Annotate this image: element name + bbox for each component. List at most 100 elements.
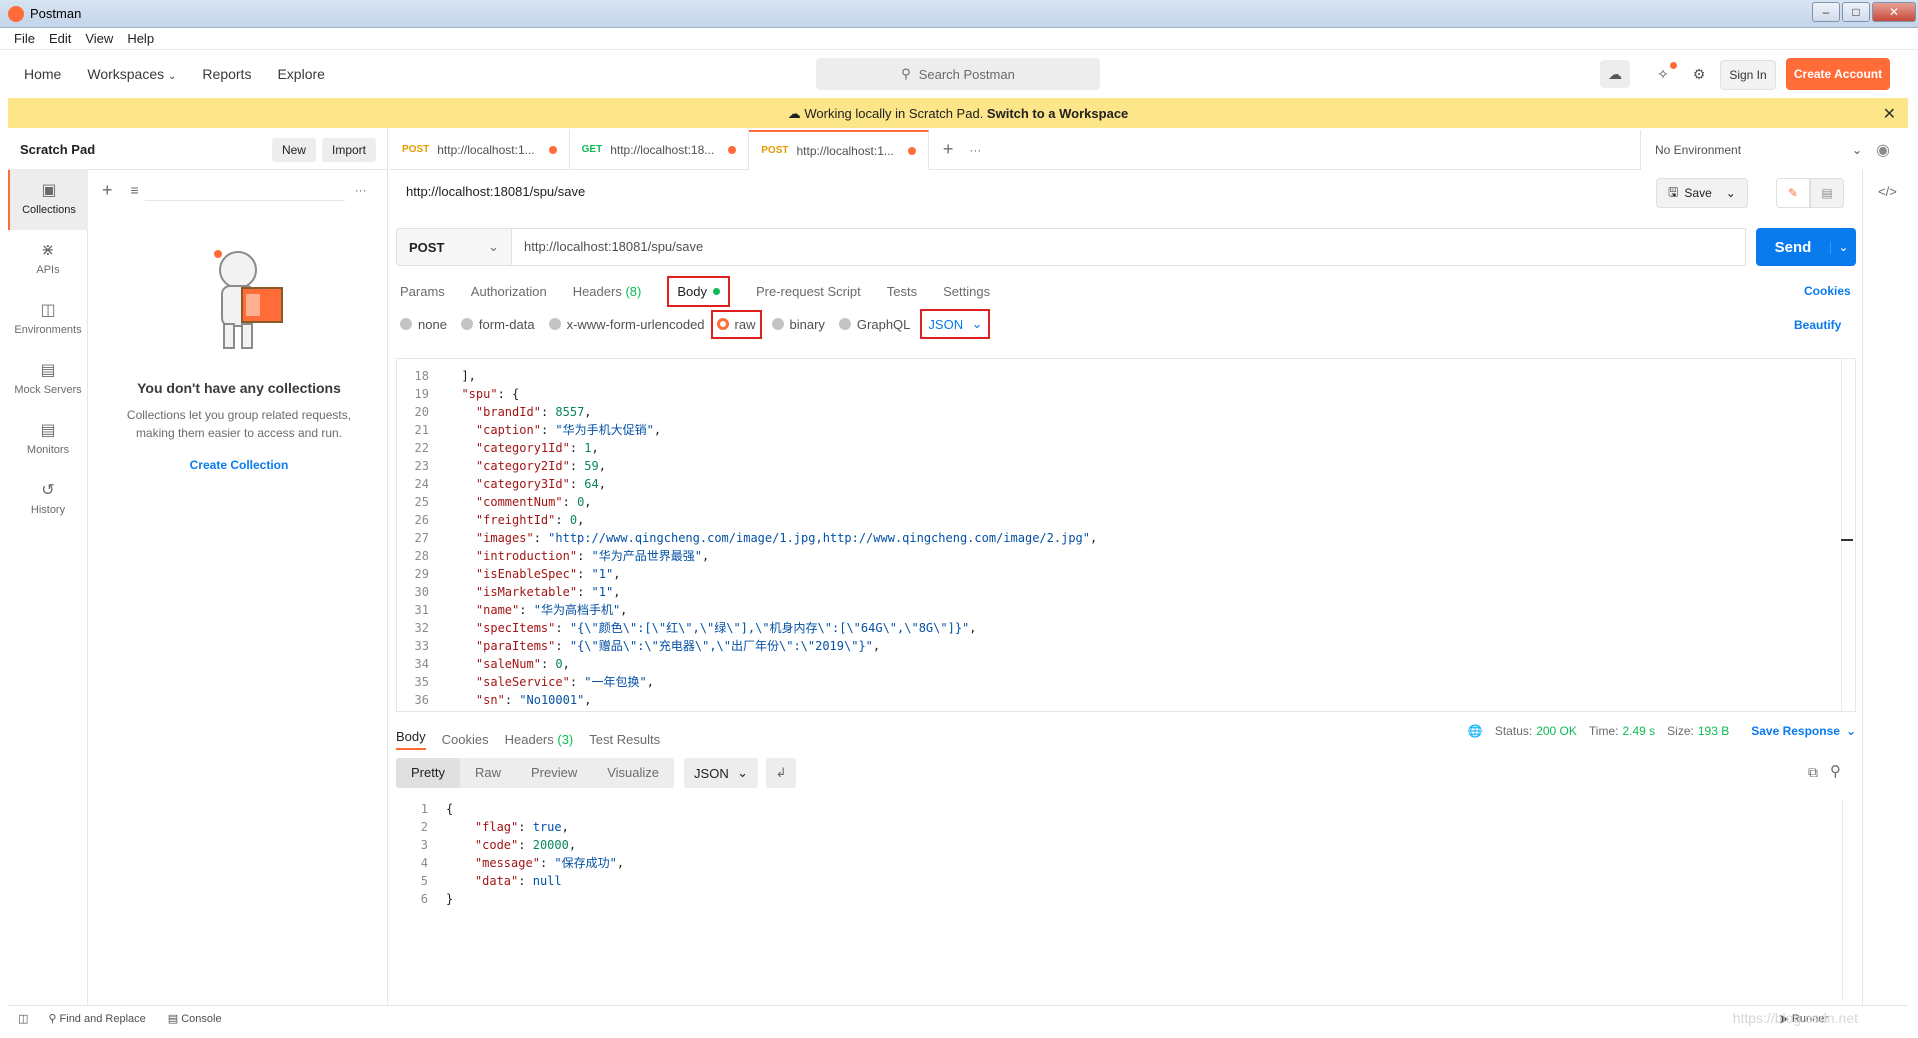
tab-params[interactable]: Params — [400, 284, 445, 299]
nav-explore[interactable]: Explore — [277, 66, 324, 82]
resp-tab-headers[interactable]: Headers (3) — [505, 732, 574, 747]
sidebar-item-collections[interactable]: ▣ Collections — [8, 170, 88, 230]
beautify-link[interactable]: Beautify — [1794, 318, 1841, 332]
response-scrollbar[interactable] — [1842, 800, 1856, 1000]
tab-authorization[interactable]: Authorization — [471, 284, 547, 299]
create-collection-link[interactable]: Create Collection — [96, 458, 382, 472]
editor-scrollbar[interactable] — [1841, 359, 1855, 711]
console-button[interactable]: ▤ Console — [168, 1012, 222, 1025]
wrap-lines-icon[interactable]: ↲ — [766, 758, 797, 788]
minimize-button[interactable]: – — [1812, 2, 1840, 22]
new-button[interactable]: New — [271, 137, 316, 162]
sidebar-item-apis[interactable]: ⋇ APIs — [8, 230, 88, 290]
view-raw[interactable]: Raw — [460, 758, 516, 788]
radio-graphql[interactable]: GraphQL — [838, 317, 910, 332]
close-icon[interactable]: ✕ — [1883, 104, 1896, 124]
menu-file[interactable]: File — [14, 31, 35, 46]
view-pretty[interactable]: Pretty — [396, 758, 460, 788]
body-active-dot — [712, 287, 720, 295]
request-tab-active[interactable]: POST http://localhost:1... — [749, 129, 929, 170]
save-button[interactable]: 🖫 Save ⌄ — [1656, 178, 1748, 208]
response-body-viewer[interactable]: 1{2 "flag": true, 3 "code": 20000, 4 "mess… — [396, 800, 1856, 1000]
line-content: "category3Id": 64, — [437, 475, 606, 493]
search-postman-input[interactable]: ⚲ Search Postman — [816, 58, 1100, 90]
request-tab[interactable]: GET http://localhost:18... — [570, 129, 750, 170]
code-line: 19 "spu": { — [397, 385, 1855, 403]
scrollbar-thumb[interactable] — [1841, 539, 1853, 541]
environment-select[interactable]: No Environment ⌄ — [1640, 130, 1876, 170]
search-icon[interactable]: ⚲ — [1830, 762, 1841, 780]
sign-in-button[interactable]: Sign In — [1720, 60, 1776, 90]
comments-icon[interactable]: ▤ — [1810, 178, 1844, 208]
menu-edit[interactable]: Edit — [49, 31, 71, 46]
radio-form-data[interactable]: form-data — [460, 317, 535, 332]
line-content: ], — [437, 367, 475, 385]
json-key: "isEnableSpec" — [475, 567, 578, 581]
code-punct: : — [540, 657, 556, 671]
resp-tab-cookies[interactable]: Cookies — [442, 732, 489, 747]
tab-body-label: Body — [677, 283, 707, 299]
import-button[interactable]: Import — [321, 137, 376, 162]
copy-icon[interactable]: ⧉ — [1808, 764, 1818, 781]
cloud-sync-icon[interactable]: ☁ — [1600, 60, 1630, 88]
resp-tab-test-results[interactable]: Test Results — [589, 732, 660, 747]
method-select[interactable]: POST ⌄ — [396, 228, 512, 266]
sidebar-item-history[interactable]: ↺ History — [8, 470, 88, 530]
sidebar-item-mock-servers[interactable]: ▤ Mock Servers — [8, 350, 88, 410]
response-line: 2 "flag": true, — [396, 818, 1856, 836]
radio-none[interactable]: none — [400, 317, 447, 332]
nav-reports[interactable]: Reports — [202, 66, 251, 82]
chevron-down-icon[interactable]: ⌄ — [1830, 240, 1856, 254]
save-response-button[interactable]: Save Response — [1751, 724, 1840, 738]
line-number: 24 — [414, 477, 429, 491]
json-value: 64 — [584, 477, 599, 491]
maximize-button[interactable]: □ — [1842, 2, 1870, 22]
cookies-link[interactable]: Cookies — [1804, 284, 1851, 298]
edit-pencil-icon[interactable]: ✎ — [1776, 178, 1810, 208]
sidebar-item-monitors[interactable]: ▤ Monitors — [8, 410, 88, 470]
new-tab-plus-icon[interactable]: + — [943, 139, 954, 160]
filter-icon[interactable]: ≡ — [131, 182, 139, 198]
close-window-button[interactable]: ✕ — [1872, 2, 1916, 22]
json-value: "一年包换" — [584, 675, 647, 689]
radio-x-www-form-urlencoded[interactable]: x-www-form-urlencoded — [548, 317, 705, 332]
code-line: 20 "brandId": 8557, — [397, 403, 1855, 421]
menu-help[interactable]: Help — [127, 31, 154, 46]
settings-gear-icon[interactable]: ⚙ — [1684, 60, 1714, 88]
find-replace-button[interactable]: ⚲ Find and Replace — [48, 1012, 145, 1025]
response-format-select[interactable]: JSON ⌄ — [684, 758, 759, 788]
add-collection-plus-icon[interactable]: + — [102, 180, 113, 201]
json-value: "华为手机大促销" — [555, 423, 654, 437]
tab-settings[interactable]: Settings — [943, 284, 990, 299]
view-preview[interactable]: Preview — [516, 758, 592, 788]
view-visualize[interactable]: Visualize — [592, 758, 674, 788]
menu-view[interactable]: View — [85, 31, 113, 46]
tab-body[interactable]: Body — [667, 275, 730, 307]
sidebar-item-environments[interactable]: ◫ Environments — [8, 290, 88, 350]
nav-home[interactable]: Home — [24, 66, 61, 82]
tab-pre-request-script[interactable]: Pre-request Script — [756, 284, 861, 299]
console-label: Console — [181, 1013, 222, 1025]
nav-workspaces[interactable]: Workspaces ⌄ — [87, 66, 176, 82]
request-body-editor[interactable]: 18 ], 19 "spu": {20 "brandId": 8557, 21 "c… — [396, 358, 1856, 712]
tab-tests[interactable]: Tests — [887, 284, 917, 299]
radio-binary[interactable]: binary — [771, 317, 825, 332]
raw-format-select[interactable]: JSON ⌄ — [920, 309, 991, 339]
more-options-icon[interactable]: ··· — [355, 183, 367, 197]
request-config-tabs: Params Authorization Headers (8) Body Pr… — [400, 274, 1016, 308]
tab-headers[interactable]: Headers (8) — [573, 284, 642, 299]
send-button[interactable]: Send ⌄ — [1756, 228, 1856, 266]
more-tabs-icon[interactable]: ··· — [969, 143, 981, 157]
json-value: "华为高档手机" — [533, 603, 621, 617]
resp-tab-body[interactable]: Body — [396, 729, 426, 750]
line-number: 20 — [414, 405, 429, 419]
url-input[interactable]: http://localhost:18081/spu/save — [512, 228, 1746, 266]
radio-raw[interactable]: raw — [710, 309, 762, 339]
chevron-down-icon[interactable]: ⌄ — [1846, 724, 1856, 738]
request-tab[interactable]: POST http://localhost:1... — [390, 129, 570, 170]
eye-icon[interactable]: ◉ — [1876, 140, 1890, 160]
switch-workspace-link[interactable]: Switch to a Workspace — [987, 106, 1128, 121]
collections-search-input[interactable] — [144, 179, 345, 201]
toggle-sidebar-icon[interactable]: ◫ — [18, 1012, 28, 1025]
create-account-button[interactable]: Create Account — [1786, 58, 1890, 90]
